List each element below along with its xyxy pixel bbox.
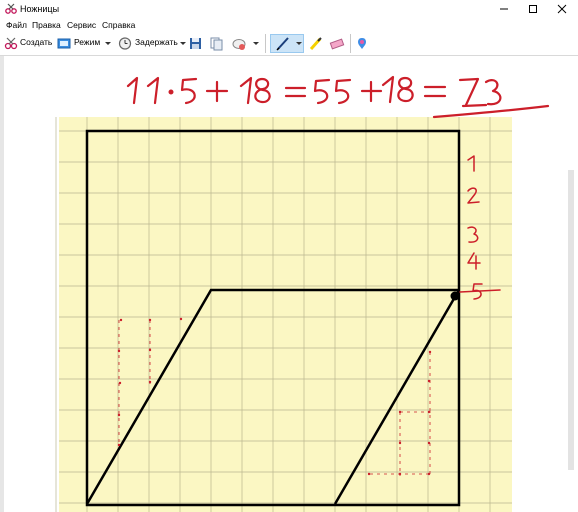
eq-11 — [126, 76, 160, 105]
snip-image — [55, 75, 550, 512]
eq-5a — [180, 77, 198, 105]
handwritten-equation — [126, 75, 550, 119]
eq-18b — [381, 75, 414, 104]
eq-equals2 — [423, 85, 447, 98]
eq-18a — [239, 76, 271, 105]
answer-underline — [461, 103, 488, 108]
eq-plus2 — [360, 80, 383, 103]
vertex-point — [450, 291, 460, 301]
long-underline — [432, 104, 550, 119]
eq-55 — [313, 78, 352, 105]
eq-equals1 — [284, 86, 307, 98]
eq-dot — [168, 89, 174, 95]
eq-plus1 — [205, 80, 229, 103]
eq-7 — [458, 77, 480, 107]
eq-3 — [484, 79, 502, 106]
